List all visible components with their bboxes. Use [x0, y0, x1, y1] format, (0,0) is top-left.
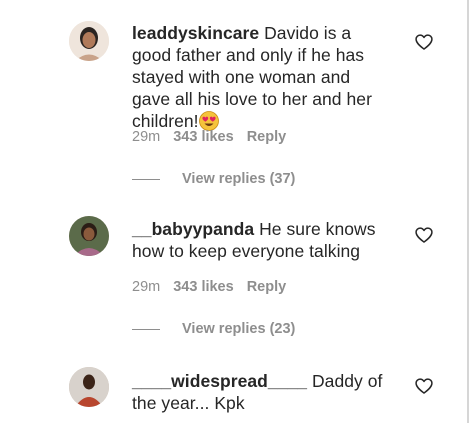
- reply-button[interactable]: Reply: [247, 128, 287, 146]
- comment-meta: 29m 343 likes Reply: [132, 278, 286, 296]
- comment-text: __babyypanda He sure knows how to keep e…: [132, 218, 392, 262]
- heart-outline-icon: [415, 227, 433, 243]
- reply-button[interactable]: Reply: [247, 278, 287, 296]
- avatar-image: [69, 367, 109, 407]
- avatar[interactable]: [69, 216, 109, 256]
- view-replies-label: View replies (23): [182, 321, 296, 337]
- comment-time[interactable]: 29m: [132, 128, 160, 146]
- divider-line: [132, 178, 160, 180]
- comment-text: leaddyskincare Davido is a good father a…: [132, 22, 392, 132]
- heart-outline-icon: [415, 378, 433, 394]
- view-replies-button[interactable]: View replies (37): [132, 170, 295, 188]
- comment-time[interactable]: 29m: [132, 278, 160, 296]
- heart-outline-icon: [415, 34, 433, 50]
- view-replies-label: View replies (37): [182, 171, 296, 187]
- comment-username[interactable]: ____widespread____: [132, 371, 307, 391]
- comment-text: ____widespread____ Daddy of the year... …: [132, 370, 392, 414]
- like-button[interactable]: [414, 376, 434, 396]
- comment-likes[interactable]: 343 likes: [173, 278, 233, 296]
- avatar-image: [69, 216, 109, 256]
- view-replies-button[interactable]: View replies (23): [132, 320, 295, 338]
- like-button[interactable]: [414, 32, 434, 52]
- comment-username[interactable]: leaddyskincare: [132, 23, 259, 43]
- avatar[interactable]: [69, 21, 109, 61]
- comment-likes[interactable]: 343 likes: [173, 128, 233, 146]
- avatar[interactable]: [69, 367, 109, 407]
- avatar-image: [69, 21, 109, 61]
- like-button[interactable]: [414, 225, 434, 245]
- comment-meta: 29m 343 likes Reply: [132, 128, 286, 146]
- divider-line: [132, 328, 160, 330]
- comment-username[interactable]: __babyypanda: [132, 219, 254, 239]
